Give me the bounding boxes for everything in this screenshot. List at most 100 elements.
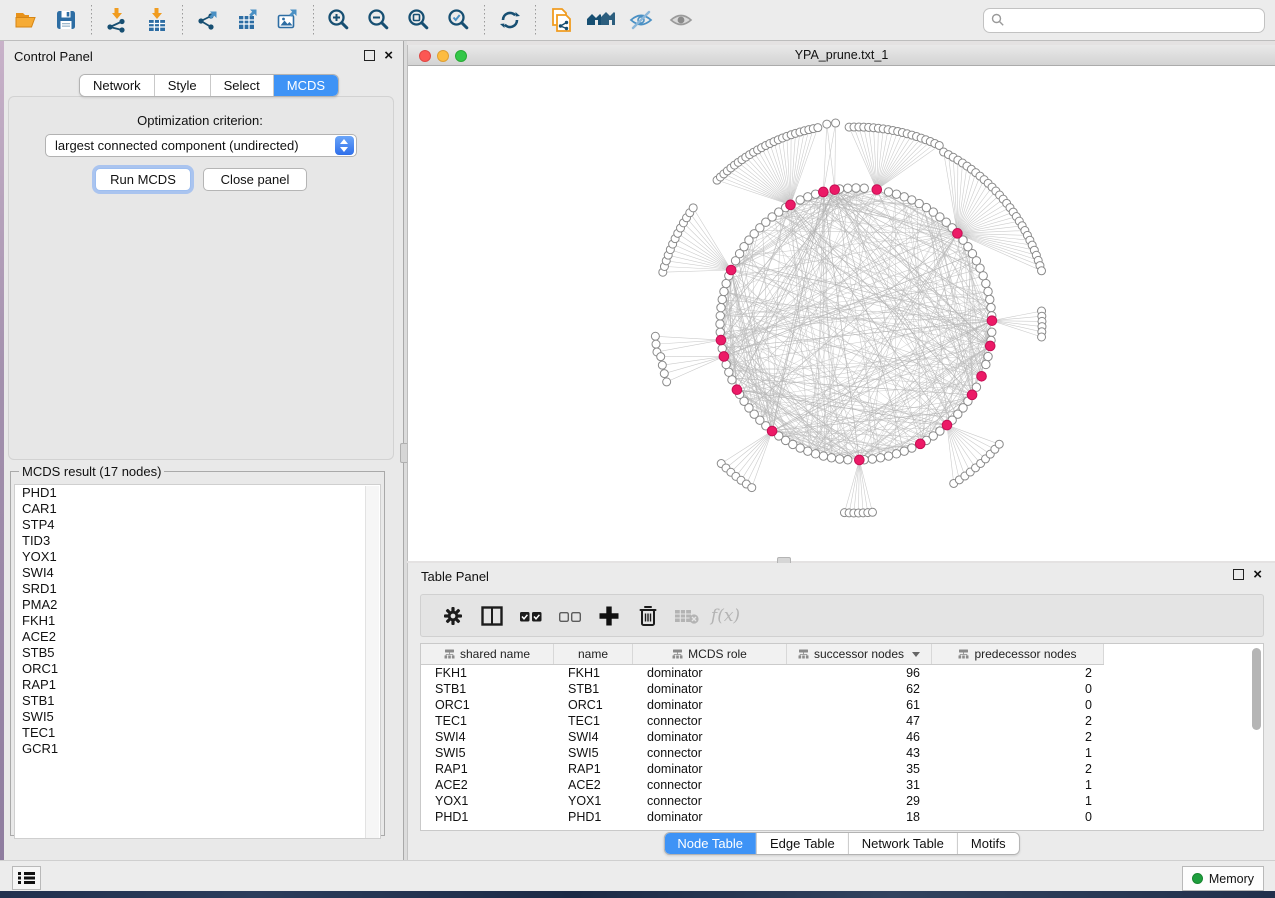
- zoom-in-icon[interactable]: [319, 3, 359, 37]
- memory-button[interactable]: Memory: [1182, 866, 1264, 891]
- cell-shared-name[interactable]: ORC1: [421, 698, 554, 712]
- cell-shared-name[interactable]: STB1: [421, 682, 554, 696]
- table-row-SWI4[interactable]: SWI4SWI4dominator462: [421, 729, 1263, 745]
- table-row-YOX1[interactable]: YOX1YOX1connector291: [421, 793, 1263, 809]
- cell-name[interactable]: YOX1: [554, 794, 633, 808]
- mcds-result-item[interactable]: GCR1: [15, 741, 380, 757]
- cell-shared-name[interactable]: SWI5: [421, 746, 554, 760]
- column-header-successor-nodes[interactable]: successor nodes: [787, 644, 932, 664]
- table-tab-node-table[interactable]: Node Table: [664, 833, 756, 854]
- table-settings-gear-icon[interactable]: [433, 598, 472, 634]
- cell-successor-nodes[interactable]: 29: [787, 794, 932, 808]
- optimization-criterion-dropdown[interactable]: largest connected component (undirected): [45, 134, 357, 157]
- zoom-out-icon[interactable]: [359, 3, 399, 37]
- cell-MCDS-role[interactable]: connector: [633, 714, 787, 728]
- cell-MCDS-role[interactable]: connector: [633, 794, 787, 808]
- search-input[interactable]: [983, 8, 1265, 33]
- cell-name[interactable]: ORC1: [554, 698, 633, 712]
- cell-shared-name[interactable]: YOX1: [421, 794, 554, 808]
- cell-predecessor-nodes[interactable]: 2: [932, 714, 1104, 728]
- float-panel-icon[interactable]: [364, 50, 375, 61]
- cell-MCDS-role[interactable]: dominator: [633, 666, 787, 680]
- run-mcds-button[interactable]: Run MCDS: [95, 168, 191, 191]
- cell-shared-name[interactable]: TEC1: [421, 714, 554, 728]
- table-tab-motifs[interactable]: Motifs: [957, 833, 1019, 854]
- mcds-result-list[interactable]: PHD1CAR1STP4TID3YOX1SWI4SRD1PMA2FKH1ACE2…: [14, 484, 381, 839]
- mcds-result-item[interactable]: FKH1: [15, 613, 380, 629]
- table-scrollbar[interactable]: [1252, 648, 1261, 824]
- cell-predecessor-nodes[interactable]: 0: [932, 682, 1104, 696]
- table-tab-edge-table[interactable]: Edge Table: [756, 833, 848, 854]
- mcds-result-item[interactable]: SRD1: [15, 581, 380, 597]
- cell-MCDS-role[interactable]: dominator: [633, 762, 787, 776]
- cell-predecessor-nodes[interactable]: 1: [932, 794, 1104, 808]
- mcds-result-item[interactable]: PHD1: [15, 485, 380, 501]
- mcds-result-item[interactable]: STB5: [15, 645, 380, 661]
- import-network-icon[interactable]: [97, 3, 137, 37]
- cell-name[interactable]: RAP1: [554, 762, 633, 776]
- cell-successor-nodes[interactable]: 18: [787, 810, 932, 824]
- cell-shared-name[interactable]: PHD1: [421, 810, 554, 824]
- cell-shared-name[interactable]: RAP1: [421, 762, 554, 776]
- cell-predecessor-nodes[interactable]: 0: [932, 810, 1104, 824]
- refresh-layout-icon[interactable]: [490, 3, 530, 37]
- cell-successor-nodes[interactable]: 46: [787, 730, 932, 744]
- cell-name[interactable]: SWI4: [554, 730, 633, 744]
- cell-MCDS-role[interactable]: dominator: [633, 682, 787, 696]
- window-close-traffic-light[interactable]: [419, 50, 431, 62]
- task-history-button[interactable]: [12, 866, 41, 890]
- cell-predecessor-nodes[interactable]: 2: [932, 762, 1104, 776]
- table-row-ORC1[interactable]: ORC1ORC1dominator610: [421, 697, 1263, 713]
- cell-successor-nodes[interactable]: 43: [787, 746, 932, 760]
- mcds-result-item[interactable]: TID3: [15, 533, 380, 549]
- delete-column-trash-icon[interactable]: [628, 598, 667, 634]
- deselect-all-icon[interactable]: [550, 598, 589, 634]
- cell-predecessor-nodes[interactable]: 0: [932, 698, 1104, 712]
- save-session-icon[interactable]: [46, 3, 86, 37]
- export-image-icon[interactable]: [268, 3, 308, 37]
- cell-predecessor-nodes[interactable]: 2: [932, 666, 1104, 680]
- cell-successor-nodes[interactable]: 35: [787, 762, 932, 776]
- zoom-selected-icon[interactable]: [439, 3, 479, 37]
- table-row-STB1[interactable]: STB1STB1dominator620: [421, 681, 1263, 697]
- show-all-icon[interactable]: [661, 3, 701, 37]
- cell-MCDS-role[interactable]: connector: [633, 746, 787, 760]
- column-header-MCDS-role[interactable]: MCDS role: [633, 644, 787, 664]
- close-panel-icon[interactable]: ×: [384, 50, 393, 61]
- cell-shared-name[interactable]: ACE2: [421, 778, 554, 792]
- table-row-ACE2[interactable]: ACE2ACE2connector311: [421, 777, 1263, 793]
- mcds-result-item[interactable]: CAR1: [15, 501, 380, 517]
- mcds-result-item[interactable]: ACE2: [15, 629, 380, 645]
- open-file-icon[interactable]: [6, 3, 46, 37]
- mcds-result-item[interactable]: TEC1: [15, 725, 380, 741]
- cell-MCDS-role[interactable]: dominator: [633, 698, 787, 712]
- close-panel-icon[interactable]: ×: [1253, 569, 1262, 580]
- table-scrollbar-thumb[interactable]: [1252, 648, 1261, 730]
- column-header-predecessor-nodes[interactable]: predecessor nodes: [932, 644, 1104, 664]
- cell-successor-nodes[interactable]: 31: [787, 778, 932, 792]
- cell-name[interactable]: FKH1: [554, 666, 633, 680]
- mcds-result-item[interactable]: STP4: [15, 517, 380, 533]
- tab-mcds[interactable]: MCDS: [273, 75, 338, 96]
- duplicate-network-icon[interactable]: [541, 3, 581, 37]
- cell-name[interactable]: STB1: [554, 682, 633, 696]
- cell-predecessor-nodes[interactable]: 2: [932, 730, 1104, 744]
- column-header-name[interactable]: name: [554, 644, 633, 664]
- cell-name[interactable]: SWI5: [554, 746, 633, 760]
- select-all-icon[interactable]: [511, 598, 550, 634]
- export-network-icon[interactable]: [188, 3, 228, 37]
- tab-select[interactable]: Select: [210, 75, 273, 96]
- table-row-PHD1[interactable]: PHD1PHD1dominator180: [421, 809, 1263, 825]
- table-row-FKH1[interactable]: FKH1FKH1dominator962: [421, 665, 1263, 681]
- column-header-shared-name[interactable]: shared name: [421, 644, 554, 664]
- cell-shared-name[interactable]: SWI4: [421, 730, 554, 744]
- cell-predecessor-nodes[interactable]: 1: [932, 746, 1104, 760]
- cell-successor-nodes[interactable]: 96: [787, 666, 932, 680]
- mcds-result-item[interactable]: YOX1: [15, 549, 380, 565]
- cell-name[interactable]: TEC1: [554, 714, 633, 728]
- mcds-result-item[interactable]: SWI4: [15, 565, 380, 581]
- float-panel-icon[interactable]: [1233, 569, 1244, 580]
- cell-predecessor-nodes[interactable]: 1: [932, 778, 1104, 792]
- cell-MCDS-role[interactable]: dominator: [633, 810, 787, 824]
- window-minimize-traffic-light[interactable]: [437, 50, 449, 62]
